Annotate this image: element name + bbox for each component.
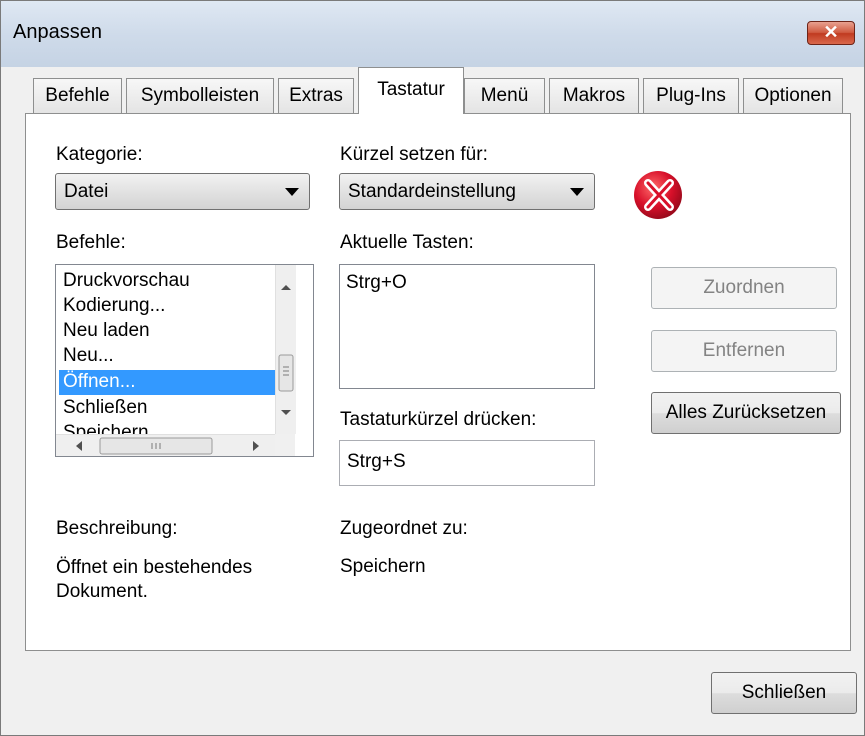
assign-button[interactable]: Zuordnen <box>651 267 837 309</box>
set-for-dropdown[interactable]: Standardeinstellung <box>339 173 595 210</box>
window-title: Anpassen <box>13 21 102 43</box>
horizontal-scrollbar[interactable] <box>56 434 275 456</box>
tab-befehle[interactable]: Befehle <box>33 78 122 113</box>
category-value: Datei <box>64 181 109 202</box>
title-bar: Anpassen ✕ <box>1 1 864 67</box>
close-button[interactable]: Schließen <box>711 672 857 714</box>
list-item-selected[interactable]: Öffnen... <box>59 370 275 395</box>
close-icon[interactable]: ✕ <box>807 21 855 45</box>
tab-plugins[interactable]: Plug-Ins <box>643 78 739 113</box>
list-item[interactable]: Neu... <box>59 344 275 369</box>
list-item[interactable]: Neu laden <box>59 319 275 344</box>
tab-extras[interactable]: Extras <box>278 78 354 113</box>
press-shortcut-label: Tastaturkürzel drücken: <box>340 409 537 430</box>
tab-optionen[interactable]: Optionen <box>743 78 843 113</box>
category-dropdown[interactable]: Datei <box>55 173 310 210</box>
xmlspy-logo-icon <box>626 167 690 223</box>
shortcut-input[interactable]: Strg+S <box>339 440 595 486</box>
scroll-right-arrow-icon <box>253 441 259 451</box>
commands-label: Befehle: <box>56 232 126 253</box>
scroll-left-arrow-icon <box>76 441 82 451</box>
tab-makros[interactable]: Makros <box>549 78 639 113</box>
shortcut-input-value: Strg+S <box>347 451 406 472</box>
scroll-down-arrow-icon <box>281 410 291 415</box>
list-item[interactable]: Strg+O <box>342 271 590 296</box>
tab-menu[interactable]: Menü <box>464 78 545 113</box>
tab-symbolleisten[interactable]: Symbolleisten <box>126 78 274 113</box>
chevron-down-icon <box>285 188 299 196</box>
vertical-scrollbar[interactable] <box>275 265 296 434</box>
list-item[interactable]: Druckvorschau <box>59 269 275 294</box>
description-label: Beschreibung: <box>56 518 178 539</box>
scrollbar-corner <box>275 434 295 456</box>
reset-all-button[interactable]: Alles Zurücksetzen <box>651 392 841 434</box>
set-for-label: Kürzel setzen für: <box>340 144 488 165</box>
customize-dialog: Anpassen ✕ Befehle Symbolleisten Extras … <box>0 0 865 736</box>
tab-tastatur[interactable]: Tastatur <box>358 67 464 114</box>
remove-button[interactable]: Entfernen <box>651 330 837 372</box>
description-text: Öffnet ein bestehendes Dokument. <box>56 557 253 602</box>
current-keys-label: Aktuelle Tasten: <box>340 232 474 253</box>
scroll-up-arrow-icon <box>281 285 291 290</box>
current-keys-list[interactable]: Strg+O <box>339 264 595 389</box>
list-item[interactable]: Kodierung... <box>59 294 275 319</box>
chevron-down-icon <box>570 188 584 196</box>
scroll-thumb <box>278 354 294 392</box>
set-for-value: Standardeinstellung <box>348 181 516 202</box>
commands-list[interactable]: Druckvorschau Kodierung... Neu laden Neu… <box>55 264 314 457</box>
assigned-to-label: Zugeordnet zu: <box>340 518 468 539</box>
assigned-to-value: Speichern <box>340 556 426 577</box>
category-label: Kategorie: <box>56 144 143 165</box>
list-item[interactable]: Schließen <box>59 396 275 421</box>
keyboard-tab-panel: Kategorie: Datei Kürzel setzen für: Stan… <box>25 113 851 651</box>
